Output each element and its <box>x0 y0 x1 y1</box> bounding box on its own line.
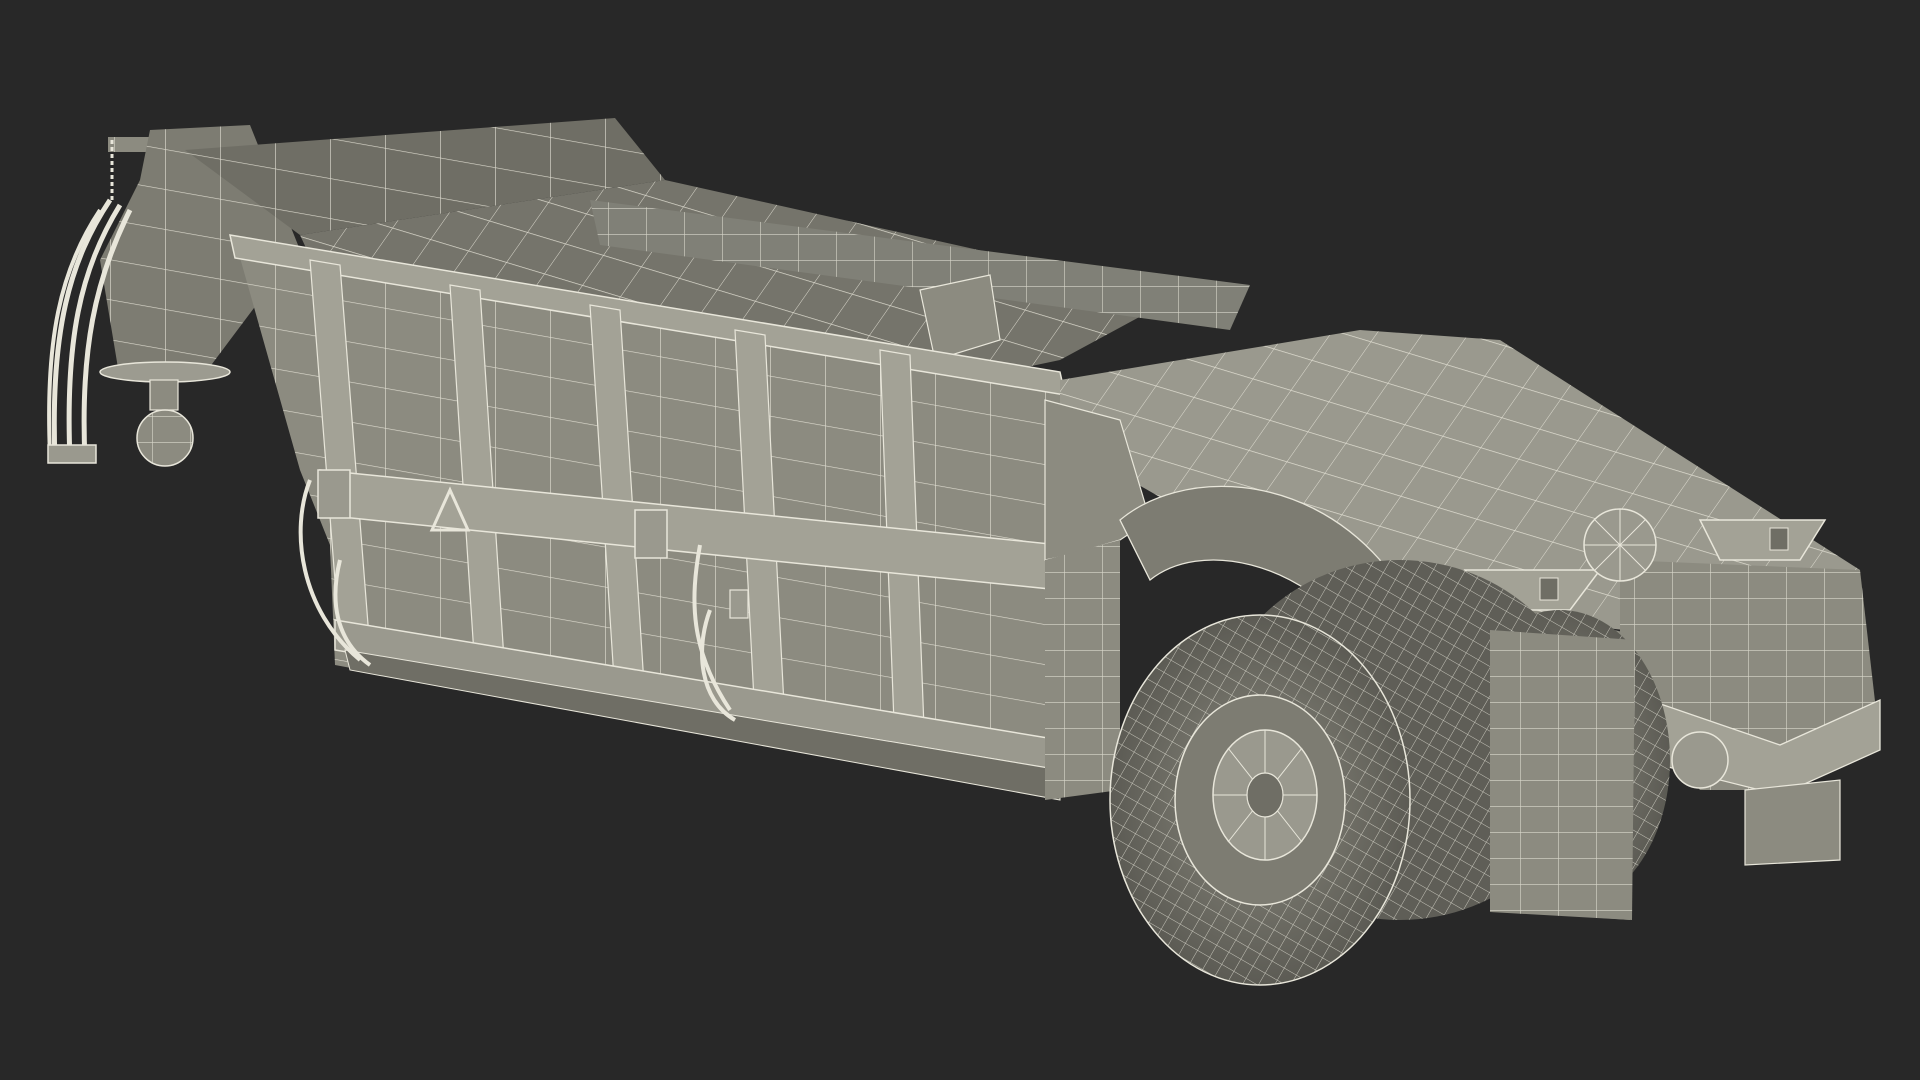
reflector-lower-icon <box>1671 731 1729 789</box>
render-viewport <box>47 118 1881 986</box>
mudflap-front <box>1490 630 1635 920</box>
